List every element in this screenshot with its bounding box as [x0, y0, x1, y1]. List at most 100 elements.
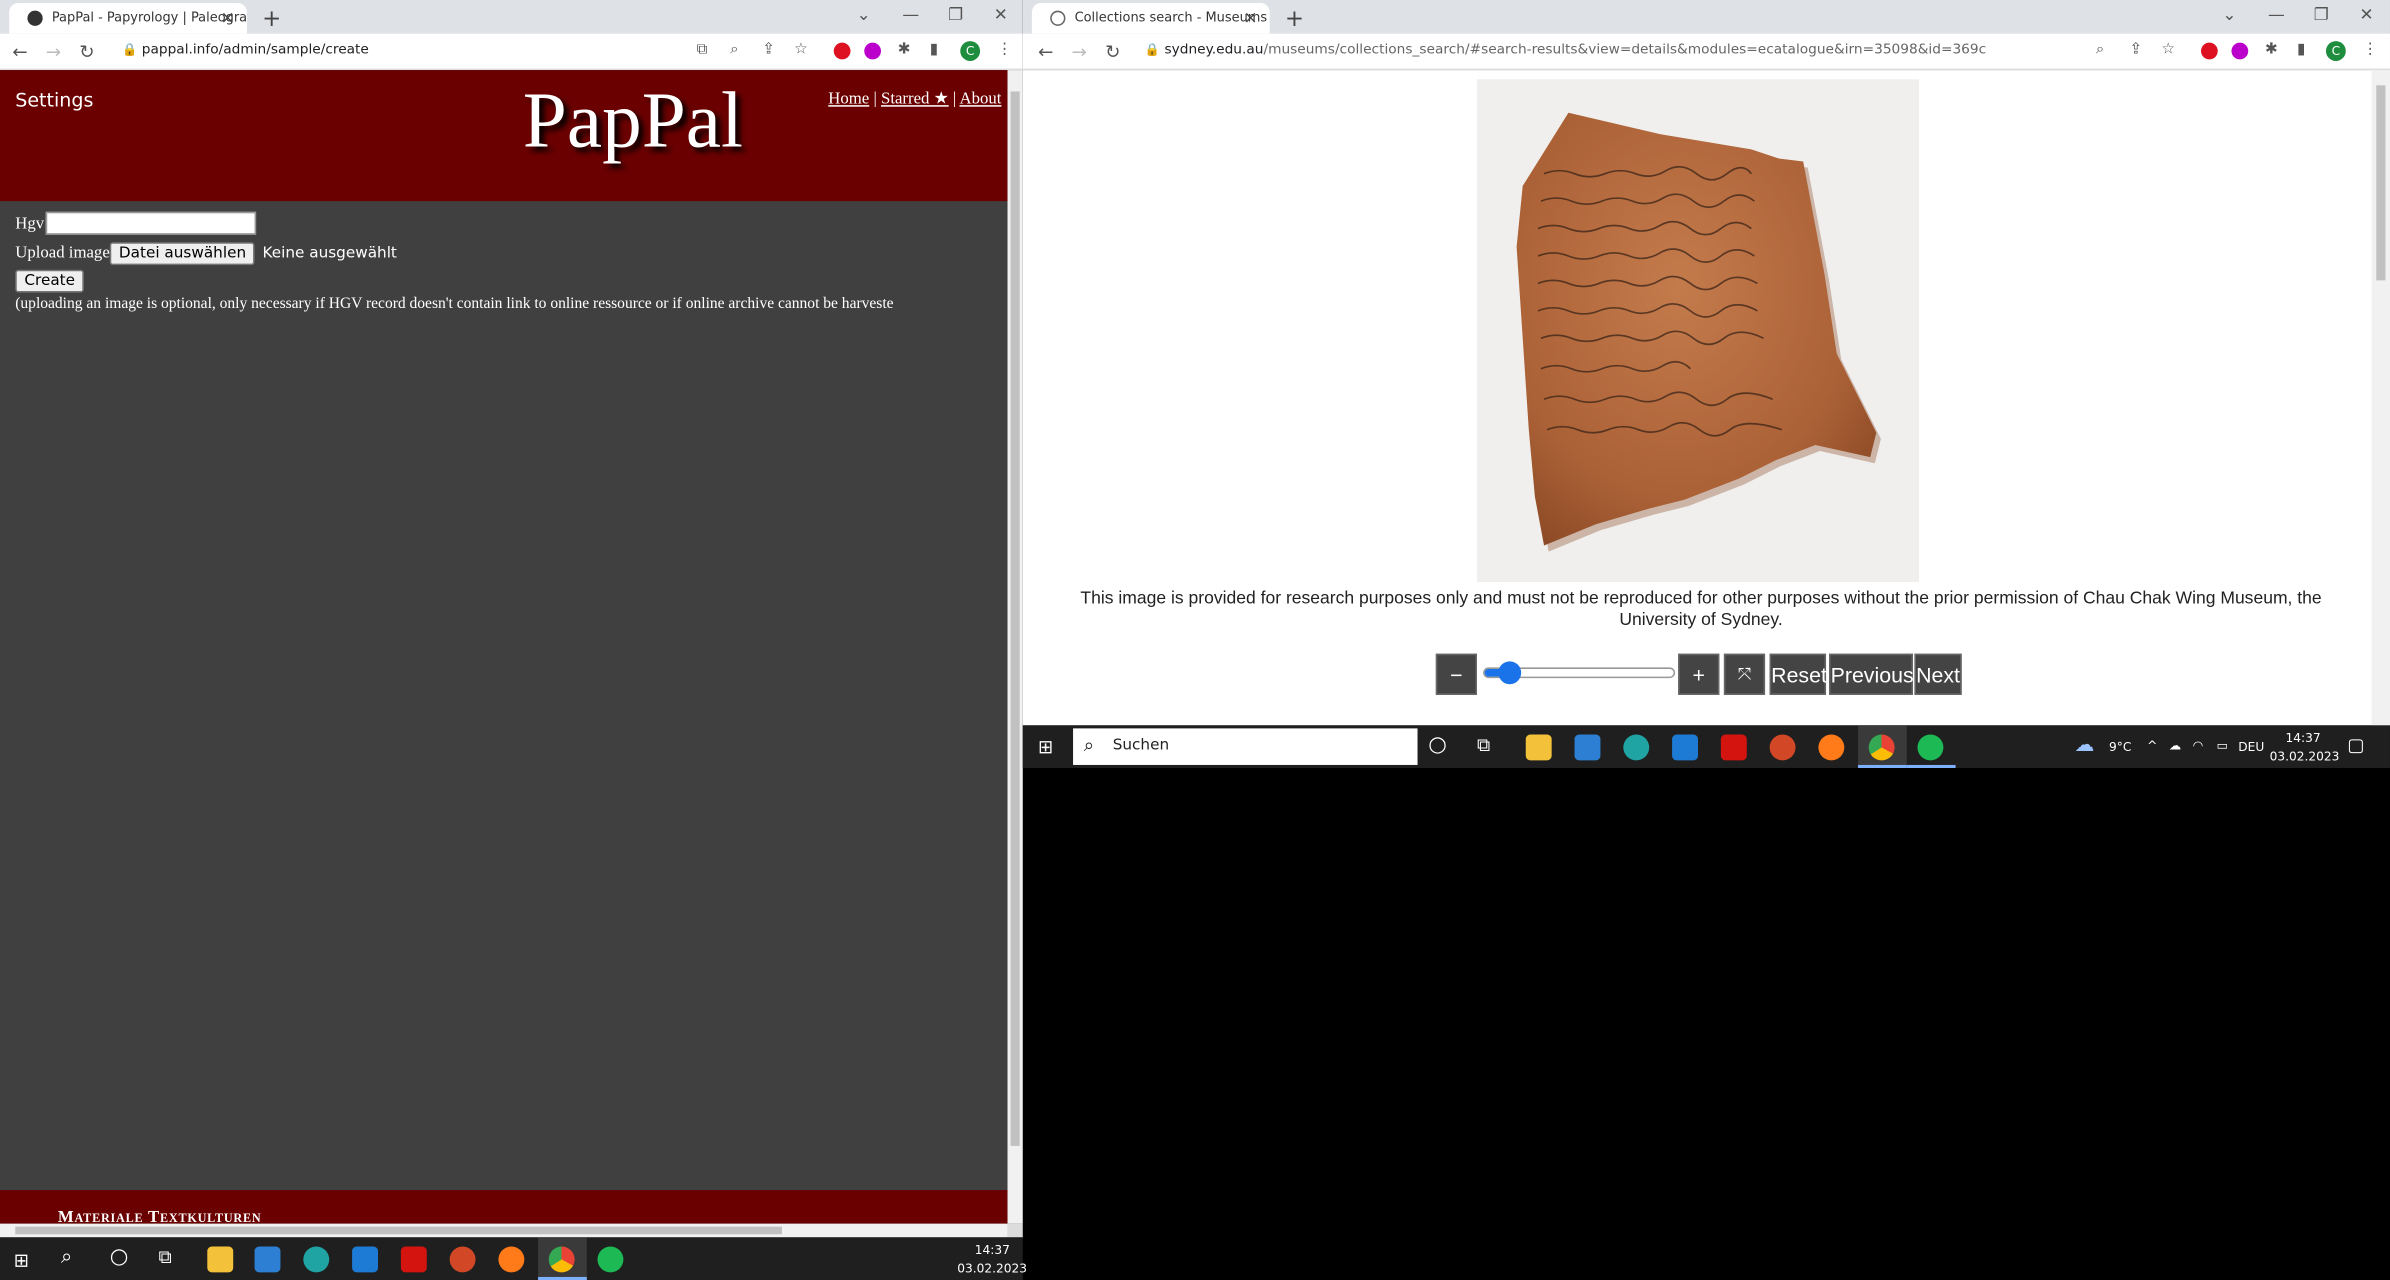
left-horizontal-scrollbar[interactable]	[0, 1223, 1008, 1238]
restore-icon[interactable]: ❐	[2314, 5, 2329, 25]
clock-date[interactable]: 03.02.2023	[2270, 750, 2340, 765]
nav-starred-link[interactable]: Starred ★	[881, 90, 949, 108]
reload-icon[interactable]: ↻	[1105, 41, 1120, 62]
clock-time[interactable]: 14:37	[963, 1243, 1021, 1258]
minimize-icon[interactable]: —	[902, 5, 919, 25]
minimize-icon[interactable]: —	[2268, 5, 2285, 25]
wifi-icon[interactable]: ◠	[2189, 739, 2207, 754]
restore-icon[interactable]: ❐	[948, 5, 963, 25]
side-panel-icon[interactable]: ▮	[930, 41, 938, 58]
extension-purple-icon[interactable]	[2231, 42, 2249, 60]
tab-search-icon[interactable]: ⌄	[857, 5, 871, 25]
create-button[interactable]: Create	[15, 269, 85, 293]
close-window-icon[interactable]: ✕	[994, 5, 1008, 25]
spotify-icon[interactable]	[1917, 734, 1944, 761]
nav-home-link[interactable]: Home	[828, 90, 869, 108]
store-icon[interactable]	[254, 1246, 281, 1273]
notifications-icon[interactable]: ▢	[2347, 734, 2364, 755]
windows-start-icon[interactable]: ⊞	[1038, 736, 1053, 757]
side-panel-icon[interactable]: ▮	[2297, 41, 2305, 58]
tray-chevron-icon[interactable]: ^	[2145, 739, 2160, 754]
mail-icon[interactable]	[1672, 734, 1698, 761]
forward-icon[interactable]: →	[46, 41, 61, 62]
extensions-puzzle-icon[interactable]: ✱	[898, 41, 911, 58]
extension-red-icon[interactable]	[2200, 42, 2218, 60]
profile-avatar[interactable]: C	[960, 41, 981, 61]
menu-kebab-icon[interactable]: ⋮	[997, 41, 1012, 58]
zoom-in-button[interactable]: +	[1678, 653, 1720, 695]
scrollbar-thumb[interactable]	[15, 1226, 782, 1235]
tab-collections-search[interactable]: Collections search - Museums - T ×	[1031, 3, 1270, 34]
right-vertical-scrollbar[interactable]	[2371, 70, 2390, 726]
battery-icon[interactable]: ▭	[2213, 739, 2231, 754]
firefox-icon[interactable]	[498, 1246, 525, 1273]
choose-file-button[interactable]: Datei auswählen	[109, 242, 256, 266]
close-window-icon[interactable]: ✕	[2360, 5, 2374, 25]
translate-icon[interactable]: ⧉	[697, 41, 708, 58]
settings-link[interactable]: Settings	[15, 88, 93, 111]
menu-kebab-icon[interactable]: ⋮	[2363, 41, 2378, 58]
chrome-icon[interactable]	[548, 1246, 575, 1273]
edge-icon[interactable]	[1623, 734, 1650, 761]
close-tab-icon[interactable]: ×	[221, 8, 235, 28]
zoom-slider[interactable]	[1483, 661, 1676, 685]
windows-start-icon[interactable]: ⊞	[14, 1250, 29, 1271]
url-field[interactable]: pappal.info/admin/sample/create	[142, 43, 369, 58]
artifact-image[interactable]	[1476, 79, 1920, 583]
share-icon[interactable]: ⇪	[762, 41, 775, 58]
cortana-icon[interactable]: ○	[110, 1245, 129, 1269]
cortana-icon[interactable]: ○	[1428, 733, 1447, 757]
bookmark-star-icon[interactable]: ☆	[2161, 41, 2175, 58]
new-tab-icon[interactable]: +	[262, 5, 281, 32]
powerpoint-icon[interactable]	[449, 1246, 476, 1273]
store-icon[interactable]	[1574, 734, 1601, 761]
zoom-out-button[interactable]: −	[1435, 653, 1477, 695]
clock-time[interactable]: 14:37	[2276, 731, 2331, 746]
forward-icon[interactable]: →	[1072, 41, 1087, 62]
chrome-icon[interactable]	[1868, 734, 1895, 761]
zoom-slider-thumb[interactable]	[1498, 661, 1522, 685]
zoom-icon[interactable]: ⌕	[2096, 41, 2105, 58]
taskbar-search-box[interactable]: ⌕ Suchen	[1073, 728, 1418, 765]
search-icon[interactable]: ⌕	[61, 1246, 72, 1269]
task-view-icon[interactable]: ⧉	[159, 1246, 172, 1269]
previous-button[interactable]: Previous	[1829, 653, 1914, 695]
scrollbar-thumb[interactable]	[1010, 91, 1020, 1146]
firefox-icon[interactable]	[1818, 734, 1845, 761]
extension-purple-icon[interactable]	[864, 42, 882, 60]
url-field[interactable]: sydney.edu.au/museums/collections_search…	[1165, 43, 1987, 58]
weather-cloud-icon[interactable]: ☁	[2074, 734, 2094, 757]
scrollbar-thumb[interactable]	[2376, 85, 2386, 281]
extension-red-icon[interactable]	[833, 42, 851, 60]
extensions-puzzle-icon[interactable]: ✱	[2265, 41, 2278, 58]
clock-date[interactable]: 03.02.2023	[957, 1262, 1027, 1277]
back-icon[interactable]: ←	[12, 41, 27, 62]
tab-pappal[interactable]: PapPal - Papyrology | Paleograph ×	[9, 3, 247, 34]
back-icon[interactable]: ←	[1038, 41, 1053, 62]
share-icon[interactable]: ⇪	[2129, 41, 2142, 58]
nav-about-link[interactable]: About	[960, 90, 1002, 108]
file-explorer-icon[interactable]	[207, 1246, 234, 1273]
onedrive-icon[interactable]: ☁	[2166, 739, 2184, 754]
task-view-icon[interactable]: ⧉	[1477, 734, 1490, 757]
acrobat-icon[interactable]	[400, 1246, 427, 1273]
next-button[interactable]: Next	[1914, 653, 1962, 695]
language-indicator[interactable]: DEU	[2238, 741, 2265, 756]
pappal-logo[interactable]: PapPal	[523, 76, 743, 166]
mail-icon[interactable]	[352, 1246, 379, 1273]
close-tab-icon[interactable]: ×	[1243, 8, 1257, 28]
reload-icon[interactable]: ↻	[79, 41, 94, 62]
tab-search-icon[interactable]: ⌄	[2222, 5, 2236, 25]
left-vertical-scrollbar[interactable]	[1007, 70, 1023, 1224]
hgv-input[interactable]	[45, 211, 257, 235]
spotify-icon[interactable]	[597, 1246, 624, 1273]
acrobat-icon[interactable]	[1720, 734, 1747, 761]
powerpoint-icon[interactable]	[1769, 734, 1796, 761]
reset-button[interactable]: Reset	[1769, 653, 1827, 695]
fit-screen-button[interactable]: ⤧	[1723, 653, 1766, 695]
edge-icon[interactable]	[303, 1246, 330, 1273]
new-tab-icon[interactable]: +	[1285, 5, 1304, 32]
file-explorer-icon[interactable]	[1525, 734, 1552, 761]
bookmark-star-icon[interactable]: ☆	[794, 41, 808, 58]
weather-temperature[interactable]: 9°C	[2102, 741, 2139, 756]
